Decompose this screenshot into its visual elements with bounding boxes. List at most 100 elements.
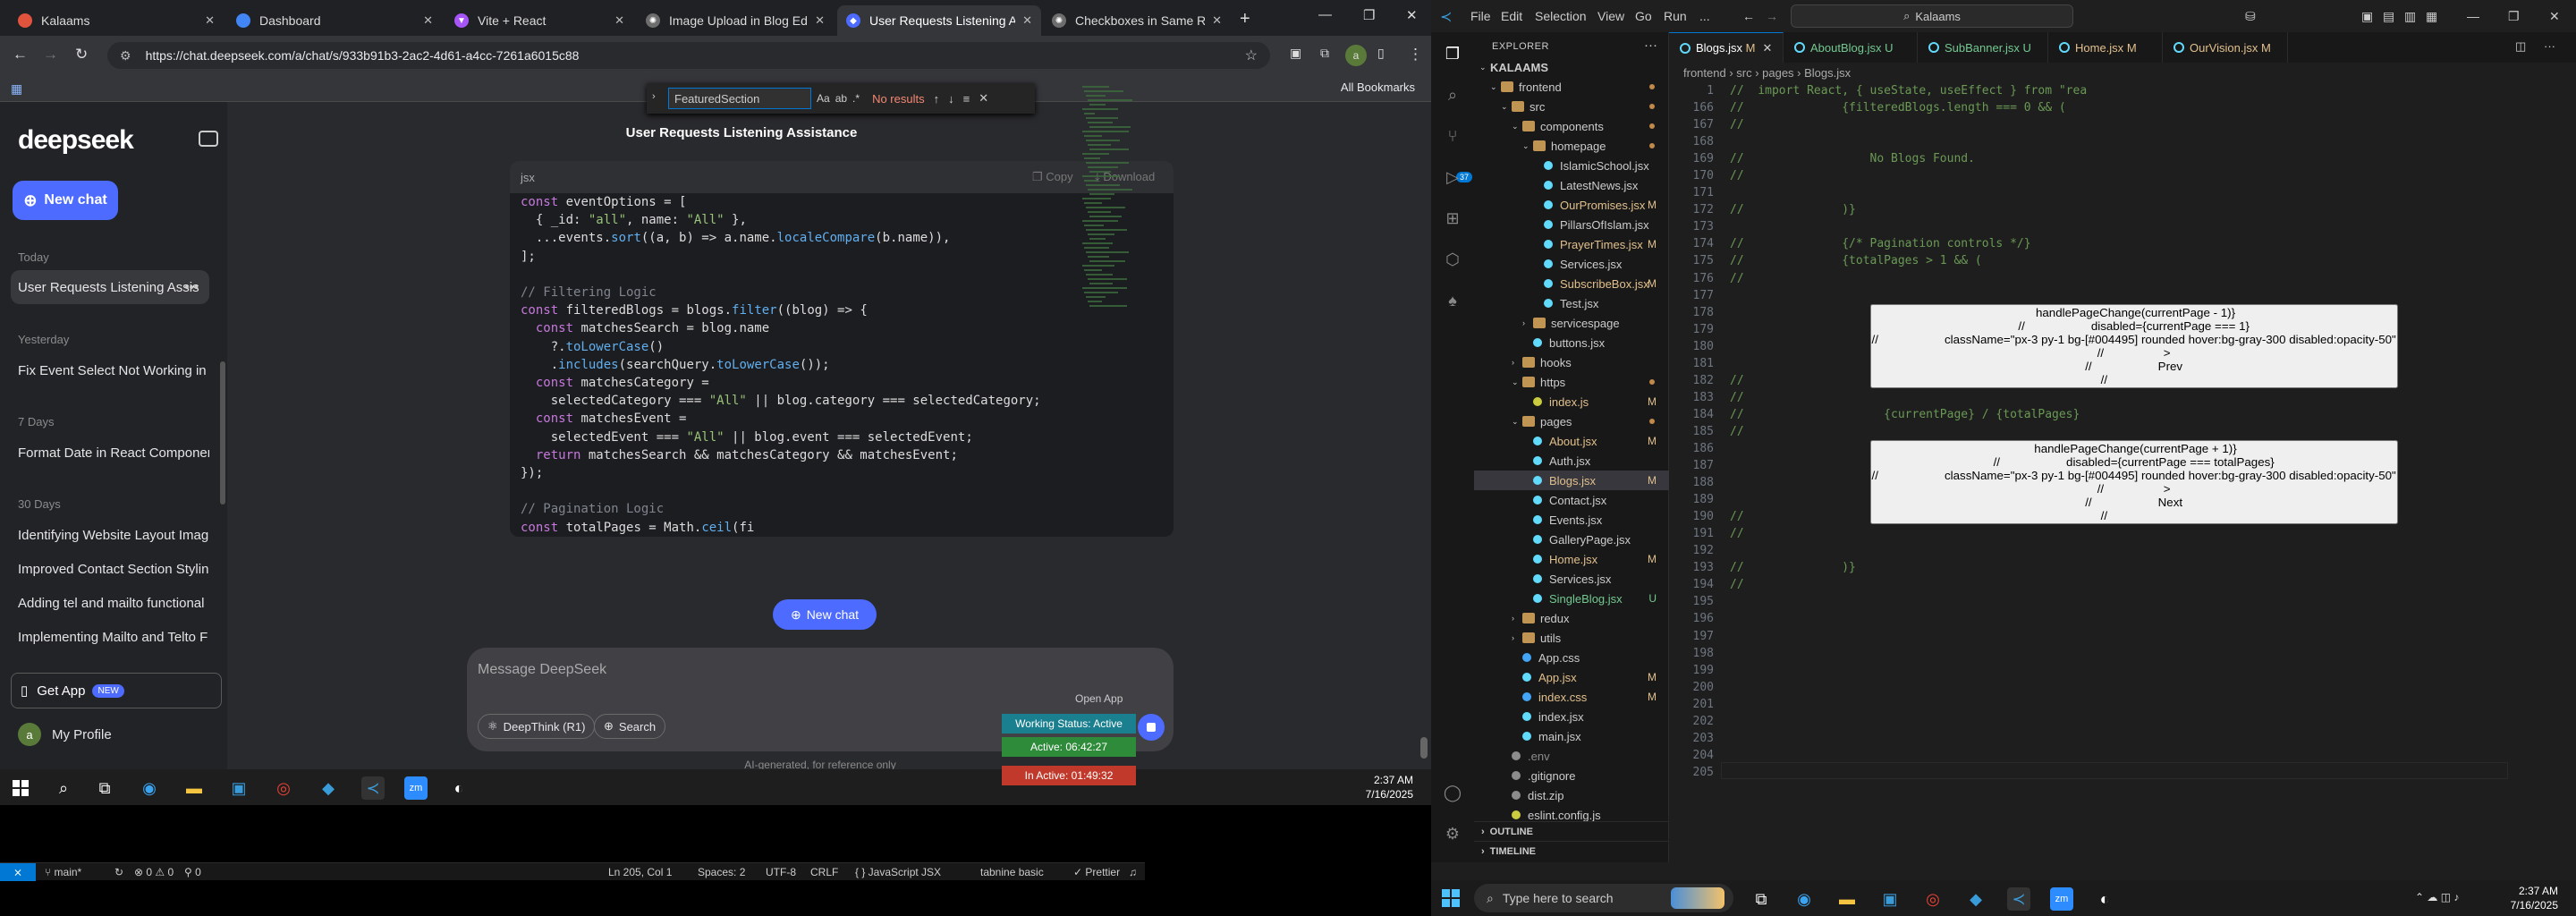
more-actions-icon[interactable]: ··· [2544,39,2555,53]
tab-checkboxes[interactable]: ✺ Checkboxes in Same Row ✕ [1043,5,1231,36]
tab-user-requests[interactable]: ◆ User Requests Listening Assis ✕ [837,5,1041,36]
file-item[interactable]: SingleBlog.jsx U [1474,589,1669,608]
nav-back-icon[interactable]: ← [1742,9,1755,23]
file-item[interactable]: OurPromises.jsx M [1474,195,1669,215]
notifications-icon[interactable]: ♫ [1129,866,1137,878]
code-editor[interactable]: // import React, { useState, useEffect }… [1730,82,2508,780]
back-icon[interactable]: ← [13,46,28,64]
reload-icon[interactable]: ↻ [75,46,88,64]
split-editor-icon[interactable]: ◫ [2515,39,2526,54]
tab-kalaams[interactable]: Kalaams ✕ [9,5,224,36]
tab-ourvision[interactable]: OurVision.jsx M [2163,32,2288,63]
line-ending[interactable]: CRLF [810,866,838,878]
folder-item[interactable]: ⌄ pages [1474,411,1669,431]
menu-file[interactable]: File [1470,9,1491,23]
window-close-icon[interactable]: ✕ [2549,9,2560,24]
history-item[interactable]: Improved Contact Section Stylin [11,552,209,586]
history-item[interactable]: Fix Event Select Not Working in [11,353,209,387]
file-item[interactable]: index.css M [1474,687,1669,707]
new-chat-float-button[interactable]: ⊕ New chat [773,599,877,630]
history-item[interactable]: User Requests Listening Assis ••• [11,270,209,304]
nav-forward-icon[interactable]: → [1766,9,1778,23]
prettier-status[interactable]: ✓ Prettier [1073,866,1120,878]
toggle-secondary-icon[interactable]: ▦ [2426,9,2437,24]
folder-item[interactable]: ⌄ components [1474,116,1669,136]
file-item[interactable]: .env [1474,746,1669,766]
file-item[interactable]: Home.jsx M [1474,549,1669,569]
indentation[interactable]: Spaces: 2 [698,866,745,878]
file-item[interactable]: Contact.jsx [1474,490,1669,510]
taskbar-clock[interactable]: 2:37 AM 7/16/2025 [1366,773,1413,802]
edge-icon[interactable]: ◉ [138,776,161,800]
language-mode[interactable]: { } JavaScript JSX [855,866,941,878]
folder-item[interactable]: ⌄ homepage [1474,136,1669,156]
task-view-icon[interactable]: ⧉ [93,776,116,800]
file-explorer-icon[interactable]: ▬ [182,776,206,800]
tab-image-upload[interactable]: ✺ Image Upload in Blog Editor ✕ [637,5,834,36]
toggle-panel-icon[interactable]: ▥ [2404,9,2416,24]
folder-item[interactable]: ⌄ https [1474,372,1669,392]
tab-blogs[interactable]: Blogs.jsx M ✕ [1669,32,1784,63]
close-icon[interactable]: ✕ [815,13,825,28]
edge-icon[interactable]: ◉ [1792,887,1816,911]
extension-icon[interactable]: ▣ [1290,46,1301,61]
menu-more[interactable]: ... [1699,9,1710,23]
menu-edit[interactable]: Edit [1501,9,1522,23]
outline-section[interactable]: › OUTLINE [1474,821,1669,841]
window-close-icon[interactable]: ✕ [1406,7,1418,23]
folder-item[interactable]: ⌄ frontend [1474,77,1669,97]
file-explorer-icon[interactable]: ▬ [1835,887,1859,911]
history-item[interactable]: Implementing Mailto and Telto F [11,620,209,654]
browser-menu-icon[interactable]: ⋮ [1408,46,1423,64]
maximize-icon[interactable]: ❐ [2508,9,2520,24]
folder-item[interactable]: › servicespage [1474,313,1669,333]
chrome-icon[interactable]: ◎ [272,776,295,800]
extensions-puzzle-icon[interactable]: ⧉ [1320,46,1329,61]
store-icon[interactable]: ▣ [1878,887,1902,911]
message-input[interactable] [478,658,1157,682]
stop-button[interactable] [1138,714,1165,741]
file-item[interactable]: buttons.jsx [1474,333,1669,352]
toggle-sidebar-icon[interactable]: ▤ [2383,9,2394,24]
mongodb-icon[interactable]: ♠ [1442,290,1463,311]
new-chat-button[interactable]: ⊕ New chat [13,181,118,220]
all-bookmarks[interactable]: All Bookmarks [1341,81,1415,94]
app-icon[interactable]: ◐ [2093,887,2116,911]
maximize-icon[interactable]: ❐ [1363,7,1375,23]
file-item[interactable]: index.js M [1474,392,1669,411]
sync-icon[interactable]: ↻ [114,866,123,878]
profile-avatar-icon[interactable]: a [1345,45,1367,66]
search-icon[interactable]: ⌕ [52,776,75,800]
file-item[interactable]: SubscribeBox.jsx M [1474,274,1669,293]
timeline-section[interactable]: › TIMELINE [1474,841,1669,861]
collapse-sidebar-icon[interactable] [199,131,218,147]
app-icon[interactable]: ◐ [447,776,470,800]
chat-scrollbar[interactable] [1420,737,1428,759]
regex-icon[interactable]: .* [852,92,860,105]
windows-start-icon[interactable] [1442,889,1460,907]
system-tray-icons[interactable]: ⌃ ☁ ◫ ♪ [2415,891,2459,903]
close-icon[interactable]: ✕ [614,13,624,28]
folder-item[interactable]: › hooks [1474,352,1669,372]
file-item[interactable]: .gitignore [1474,766,1669,785]
folder-item[interactable]: ⌄ KALAAMS [1474,57,1669,77]
file-item[interactable]: About.jsx M [1474,431,1669,451]
history-item[interactable]: Adding tel and mailto functional [11,586,209,620]
more-options-icon[interactable]: ••• [184,280,199,295]
find-input[interactable] [668,88,811,109]
account-icon[interactable]: ◯ [1442,782,1463,803]
get-app-button[interactable]: ▯ Get App NEW [11,673,222,708]
taskbar-clock[interactable]: 2:37 AM 7/16/2025 [2511,884,2558,912]
layout-icon[interactable]: ▣ [2361,9,2373,24]
explorer-icon[interactable]: ❐ [1442,43,1463,64]
remote-icon[interactable]: ⨯ [0,863,36,881]
command-center[interactable]: ⌕ Kalaams [1791,4,2073,28]
tab-aboutblog[interactable]: AboutBlog.jsx U [1784,32,1918,63]
forward-icon[interactable]: → [43,46,58,64]
file-item[interactable]: App.css [1474,648,1669,667]
file-item[interactable]: App.jsx M [1474,667,1669,687]
run-debug-icon[interactable]: ▷ [1442,166,1463,188]
file-item[interactable]: Events.jsx [1474,510,1669,530]
folder-item[interactable]: › utils [1474,628,1669,648]
vscode-icon[interactable]: ≺ [361,776,385,800]
